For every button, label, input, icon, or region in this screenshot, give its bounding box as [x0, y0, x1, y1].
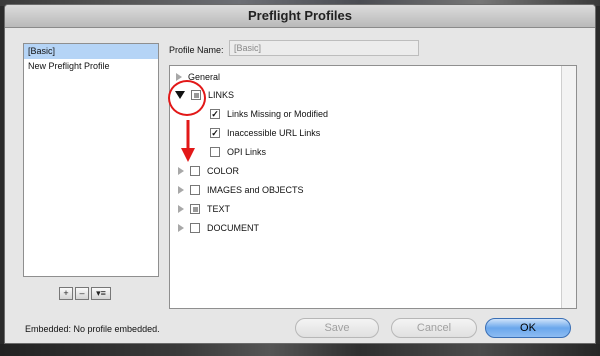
- tree-label-color: COLOR: [207, 166, 240, 176]
- tree-row-color[interactable]: COLOR: [178, 164, 239, 178]
- tree-label-links-missing: Links Missing or Modified: [227, 109, 329, 119]
- document-checkbox[interactable]: [190, 223, 200, 233]
- tree-label-images: IMAGES and OBJECTS: [207, 185, 304, 195]
- profile-menu-button[interactable]: ▾≡: [91, 287, 111, 300]
- opi-links-checkbox[interactable]: [210, 147, 220, 157]
- profile-name-label: Profile Name:: [169, 45, 224, 55]
- profile-name-field[interactable]: [Basic]: [229, 40, 419, 56]
- red-annotation-arrow-icon: [181, 120, 195, 162]
- rule-tree: General LINKS Links Missing or Modified …: [169, 65, 577, 309]
- embedded-status: Embedded: No profile embedded.: [25, 324, 160, 334]
- tree-row-opi-links[interactable]: OPI Links: [210, 145, 266, 159]
- tree-row-links-missing[interactable]: Links Missing or Modified: [210, 107, 328, 121]
- tree-label-document: DOCUMENT: [207, 223, 259, 233]
- tree-row-text[interactable]: TEXT: [178, 202, 230, 216]
- text-mixed-checkbox[interactable]: [190, 204, 200, 214]
- background-photo-bottom: [0, 344, 600, 356]
- images-checkbox[interactable]: [190, 185, 200, 195]
- expand-triangle-icon[interactable]: [178, 205, 184, 213]
- color-checkbox[interactable]: [190, 166, 200, 176]
- dialog-title: Preflight Profiles: [5, 5, 595, 28]
- delete-profile-button[interactable]: –: [75, 287, 89, 300]
- red-annotation-circle: [168, 80, 206, 116]
- tree-label-links: LINKS: [208, 90, 235, 100]
- tree-row-images[interactable]: IMAGES and OBJECTS: [178, 183, 304, 197]
- tree-label-text: TEXT: [207, 204, 231, 214]
- inaccessible-url-checkbox[interactable]: [210, 128, 220, 138]
- expand-triangle-icon[interactable]: [178, 224, 184, 232]
- tree-row-document[interactable]: DOCUMENT: [178, 221, 259, 235]
- expand-triangle-icon[interactable]: [178, 186, 184, 194]
- tree-label-opi-links: OPI Links: [227, 147, 267, 157]
- tree-scrollbar[interactable]: [561, 66, 576, 308]
- profile-list[interactable]: [Basic] New Preflight Profile: [23, 43, 159, 277]
- profile-list-buttons: + – ▾≡: [59, 287, 111, 300]
- links-missing-checkbox[interactable]: [210, 109, 220, 119]
- save-button[interactable]: Save: [295, 318, 379, 338]
- tree-label-inaccessible-url: Inaccessible URL Links: [227, 128, 321, 138]
- ok-button[interactable]: OK: [485, 318, 571, 338]
- profile-item-new-preflight[interactable]: New Preflight Profile: [24, 59, 158, 74]
- preflight-profiles-dialog: Preflight Profiles [Basic] New Preflight…: [4, 4, 596, 344]
- expand-triangle-icon[interactable]: [178, 167, 184, 175]
- profile-item-basic[interactable]: [Basic]: [24, 44, 158, 59]
- cancel-button[interactable]: Cancel: [391, 318, 477, 338]
- add-profile-button[interactable]: +: [59, 287, 73, 300]
- tree-row-inaccessible-url[interactable]: Inaccessible URL Links: [210, 126, 320, 140]
